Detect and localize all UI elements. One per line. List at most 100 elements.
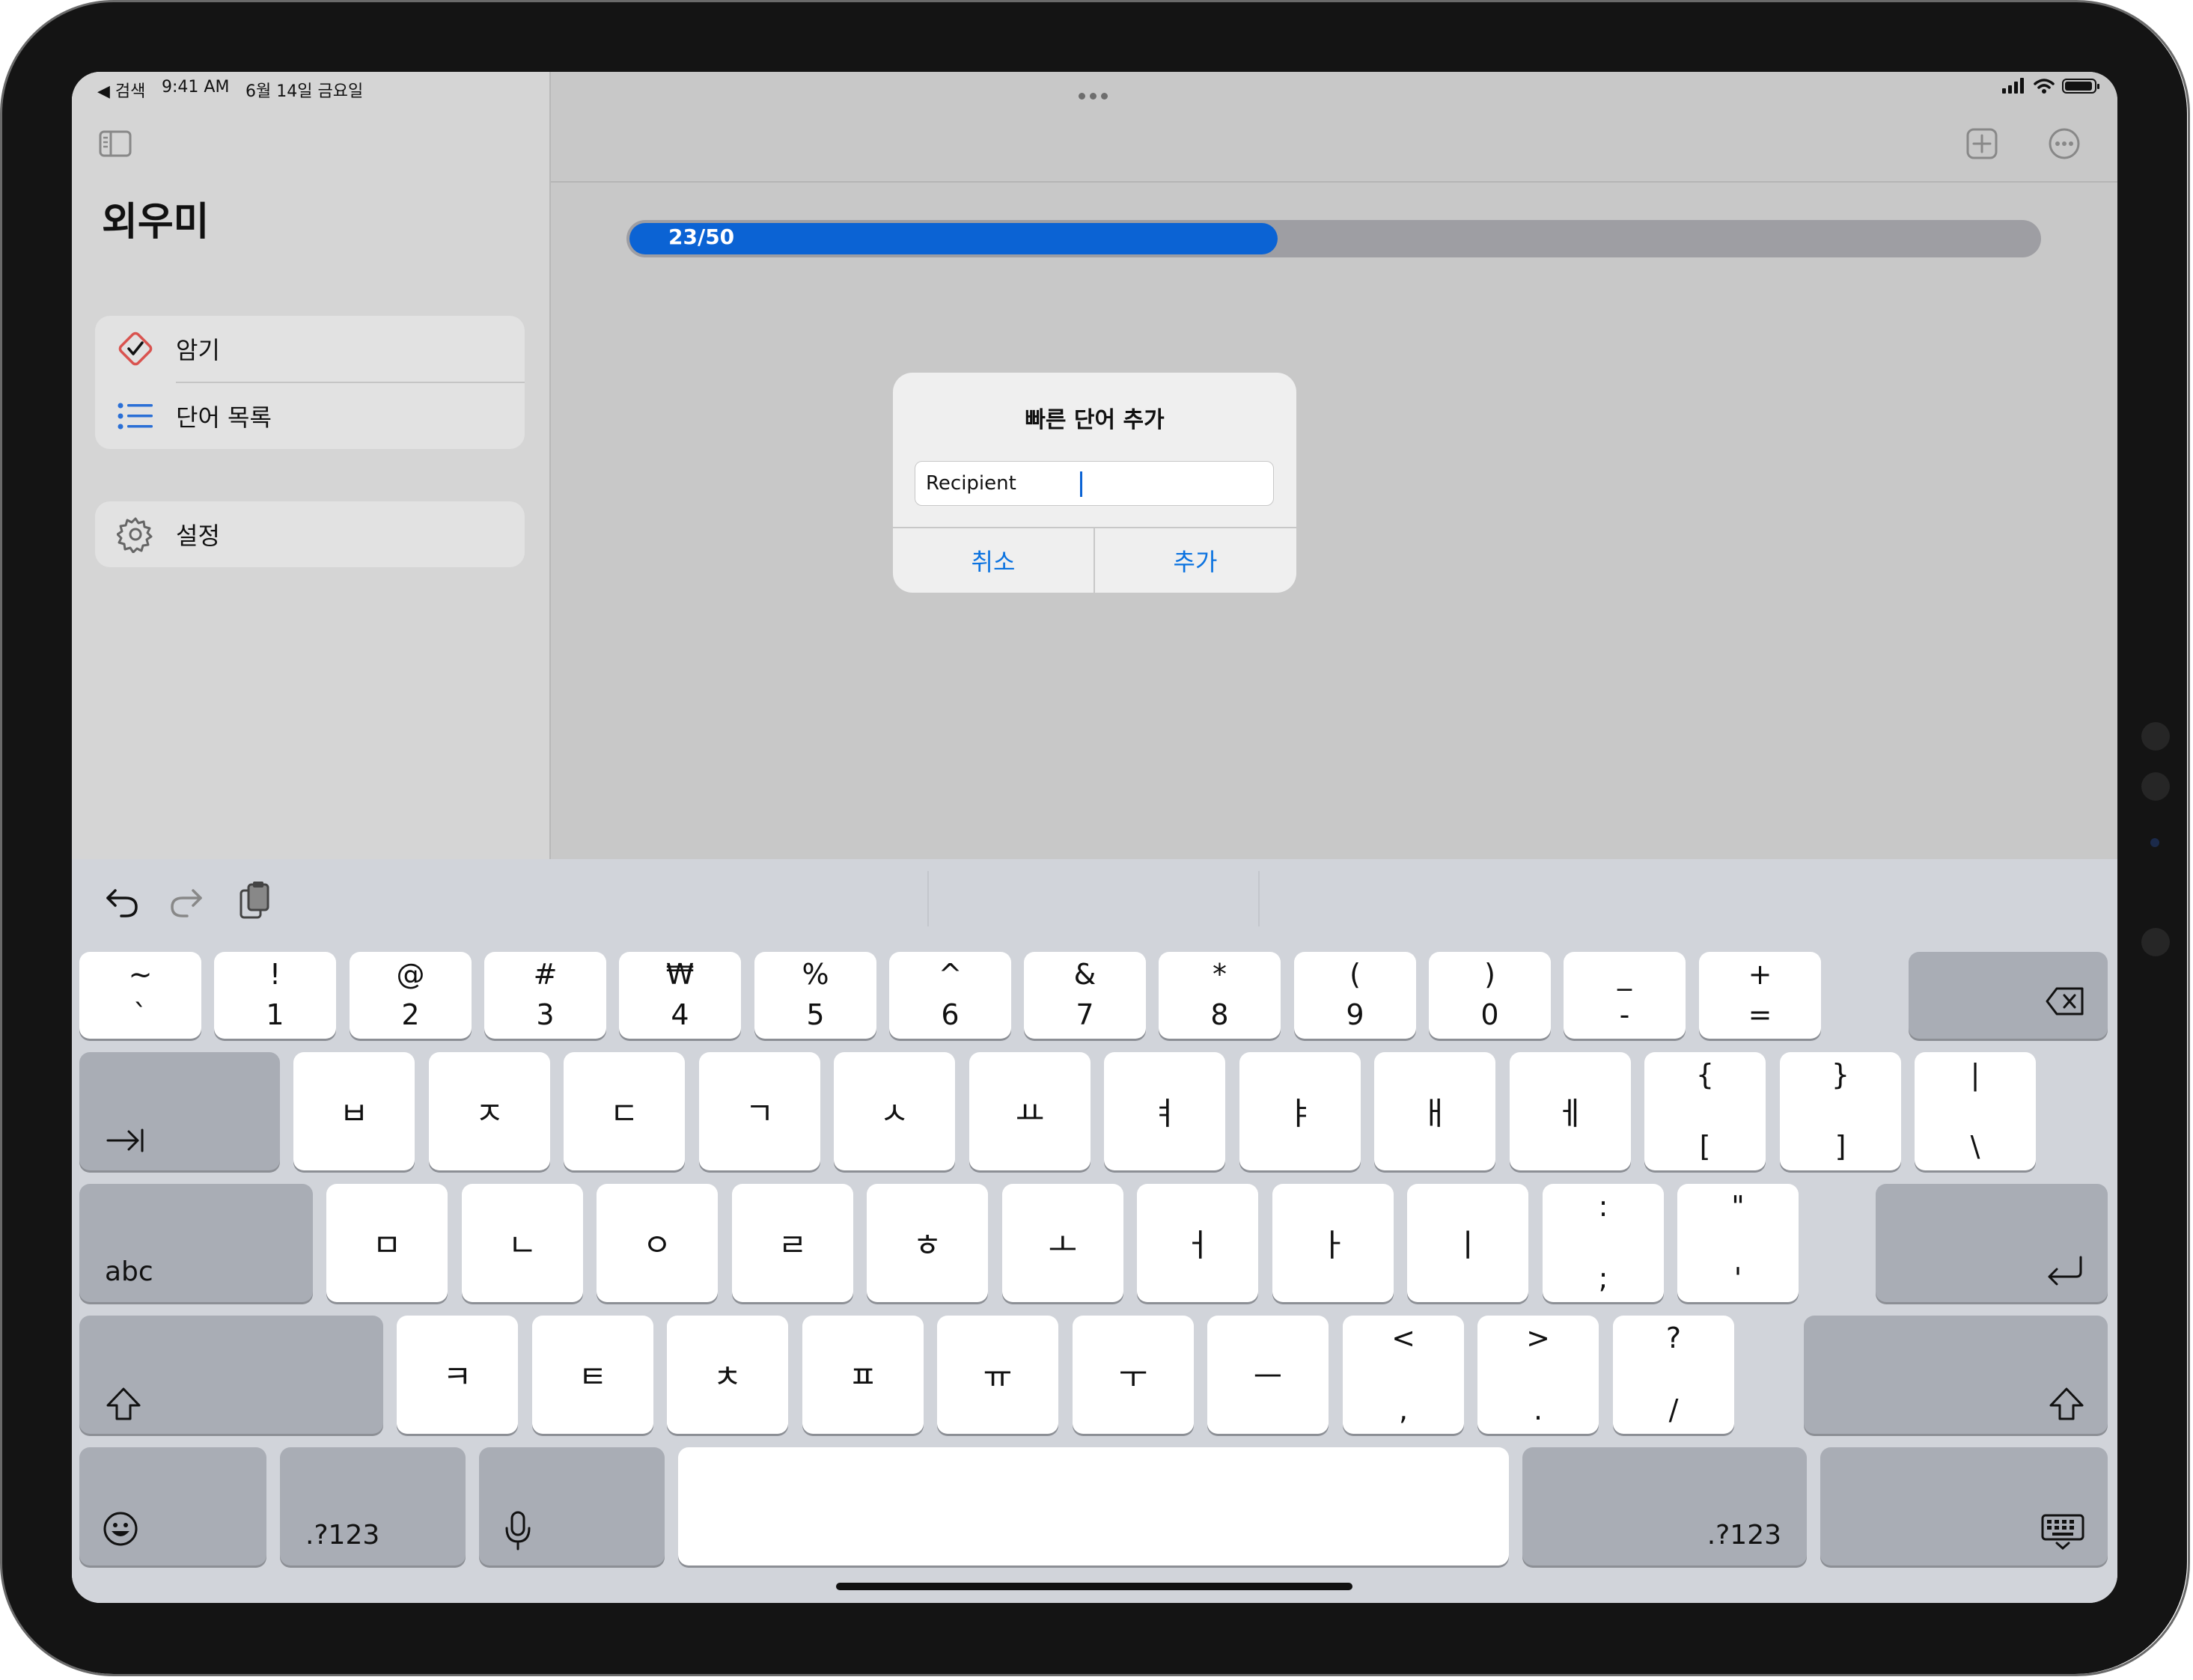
key[interactable]: :; [1543, 1184, 1664, 1302]
toolbar-divider [551, 181, 2117, 183]
more-circle-icon[interactable] [2048, 127, 2081, 160]
emoji-icon [103, 1512, 138, 1546]
add-button[interactable]: 추가 [1095, 528, 1296, 593]
side-button [2141, 772, 2170, 801]
key[interactable]: ㅊ [667, 1316, 788, 1434]
key-label: ㅊ [713, 1358, 742, 1396]
abc-key-label: abc [105, 1256, 153, 1287]
numbers-key-left[interactable]: .?123 [280, 1447, 466, 1566]
key[interactable]: ㅐ [1374, 1052, 1495, 1170]
key-label: [ [1699, 1130, 1711, 1163]
key[interactable]: <, [1343, 1316, 1464, 1434]
key-label: ㅏ [1318, 1227, 1348, 1264]
delete-key[interactable] [1909, 952, 2108, 1039]
status-bar: ◀ 검색 9:41 AM 6월 14일 금요일 [72, 72, 2117, 105]
key[interactable]: {[ [1644, 1052, 1766, 1170]
key[interactable]: ~ ` [79, 952, 201, 1039]
key[interactable]: _ - [1564, 952, 1686, 1039]
space-key[interactable] [678, 1447, 1509, 1566]
cancel-button[interactable]: 취소 [893, 528, 1094, 593]
dismiss-keyboard-key[interactable] [1820, 1447, 2108, 1566]
sidebar-item-word-list[interactable]: 단어 목록 [95, 383, 525, 449]
add-square-icon[interactable] [1965, 127, 1998, 160]
key[interactable]: }] [1780, 1052, 1901, 1170]
key-shift-label: & [1073, 958, 1096, 991]
key[interactable]: ㅕ [1104, 1052, 1225, 1170]
key[interactable]: @2 [350, 952, 472, 1039]
key-label: ㄹ [778, 1227, 808, 1264]
dictation-key[interactable] [479, 1447, 665, 1566]
key-label: ㅌ [578, 1358, 608, 1396]
key[interactable]: ㅍ [802, 1316, 924, 1434]
key[interactable]: ㅛ [969, 1052, 1091, 1170]
numbers-key-label: .?123 [305, 1520, 380, 1551]
key[interactable]: " ' [1677, 1184, 1799, 1302]
key[interactable]: ₩4 [619, 952, 741, 1039]
key[interactable]: ㅣ [1407, 1184, 1528, 1302]
tab-key[interactable] [79, 1052, 280, 1170]
word-input[interactable] [915, 461, 1274, 506]
dialog-title: 빠른 단어 추가 [1025, 407, 1165, 433]
key-label: ' [1733, 1262, 1742, 1295]
sidebar-item-label: 설정 [176, 522, 220, 550]
sidebar-item-settings[interactable]: 설정 [95, 501, 525, 567]
key[interactable]: * 8 [1159, 952, 1281, 1039]
key[interactable]: ㄹ [732, 1184, 853, 1302]
key[interactable]: (9 [1294, 952, 1416, 1039]
key[interactable]: ㅎ [867, 1184, 988, 1302]
key[interactable]: ? / [1613, 1316, 1734, 1434]
key[interactable]: % 5 [754, 952, 876, 1039]
abc-key[interactable]: abc [79, 1184, 313, 1302]
multitasking-dots-icon[interactable] [1079, 85, 1116, 100]
key[interactable]: & 7 [1024, 952, 1146, 1039]
key[interactable]: ㅌ [532, 1316, 653, 1434]
redo-icon[interactable] [168, 880, 207, 922]
key-shift-label: | [1970, 1058, 1980, 1091]
key[interactable]: ㅂ [293, 1052, 415, 1170]
back-to-search-link[interactable]: ◀ 검색 [97, 78, 145, 102]
return-key[interactable] [1876, 1184, 2108, 1302]
key[interactable]: ㅏ [1272, 1184, 1394, 1302]
key-label: / [1668, 1393, 1679, 1426]
wifi-icon [2034, 79, 2055, 94]
key[interactable]: ! 1 [214, 952, 336, 1039]
key[interactable]: ㅡ [1207, 1316, 1329, 1434]
key[interactable]: ㄴ [462, 1184, 583, 1302]
sidebar-item-memorize[interactable]: 암기 [95, 316, 525, 382]
sidebar-item-label: 암기 [176, 336, 220, 364]
key[interactable]: ㅗ [1002, 1184, 1123, 1302]
key[interactable]: ㅑ [1239, 1052, 1361, 1170]
key[interactable]: ) 0 [1429, 952, 1551, 1039]
key-label: 1 [266, 998, 284, 1031]
key[interactable]: ㅅ [834, 1052, 955, 1170]
key[interactable]: ㅓ [1137, 1184, 1258, 1302]
key[interactable]: ㅁ [326, 1184, 448, 1302]
shift-key-right[interactable] [1804, 1316, 2108, 1434]
delete-backward-icon [2046, 987, 2084, 1015]
sidebar-toggle-icon[interactable] [99, 127, 132, 160]
key[interactable]: | \ [1915, 1052, 2036, 1170]
key[interactable]: >. [1477, 1316, 1599, 1434]
key-label: ㅈ [475, 1095, 504, 1132]
paste-icon[interactable] [235, 880, 274, 922]
key[interactable]: ㅠ [937, 1316, 1058, 1434]
key[interactable]: ㄷ [564, 1052, 685, 1170]
undo-icon[interactable] [102, 880, 141, 922]
key[interactable]: ㅋ [397, 1316, 518, 1434]
home-indicator[interactable] [836, 1583, 1352, 1590]
key[interactable]: #3 [484, 952, 606, 1039]
key-label: ㅂ [339, 1095, 369, 1132]
key[interactable]: ㅜ [1073, 1316, 1194, 1434]
key-shift-label: ₩ [665, 958, 695, 991]
key[interactable]: ㅔ [1510, 1052, 1631, 1170]
key[interactable]: ㄱ [699, 1052, 820, 1170]
key[interactable]: ^ 6 [889, 952, 1011, 1039]
key[interactable]: ㅇ [597, 1184, 718, 1302]
key[interactable]: + = [1699, 952, 1821, 1039]
key[interactable]: ㅈ [429, 1052, 550, 1170]
shift-icon [2049, 1387, 2084, 1420]
emoji-key[interactable] [79, 1447, 266, 1566]
numbers-key-right[interactable]: .?123 [1522, 1447, 1807, 1566]
key-label: 3 [536, 998, 555, 1031]
shift-key-left[interactable] [79, 1316, 383, 1434]
